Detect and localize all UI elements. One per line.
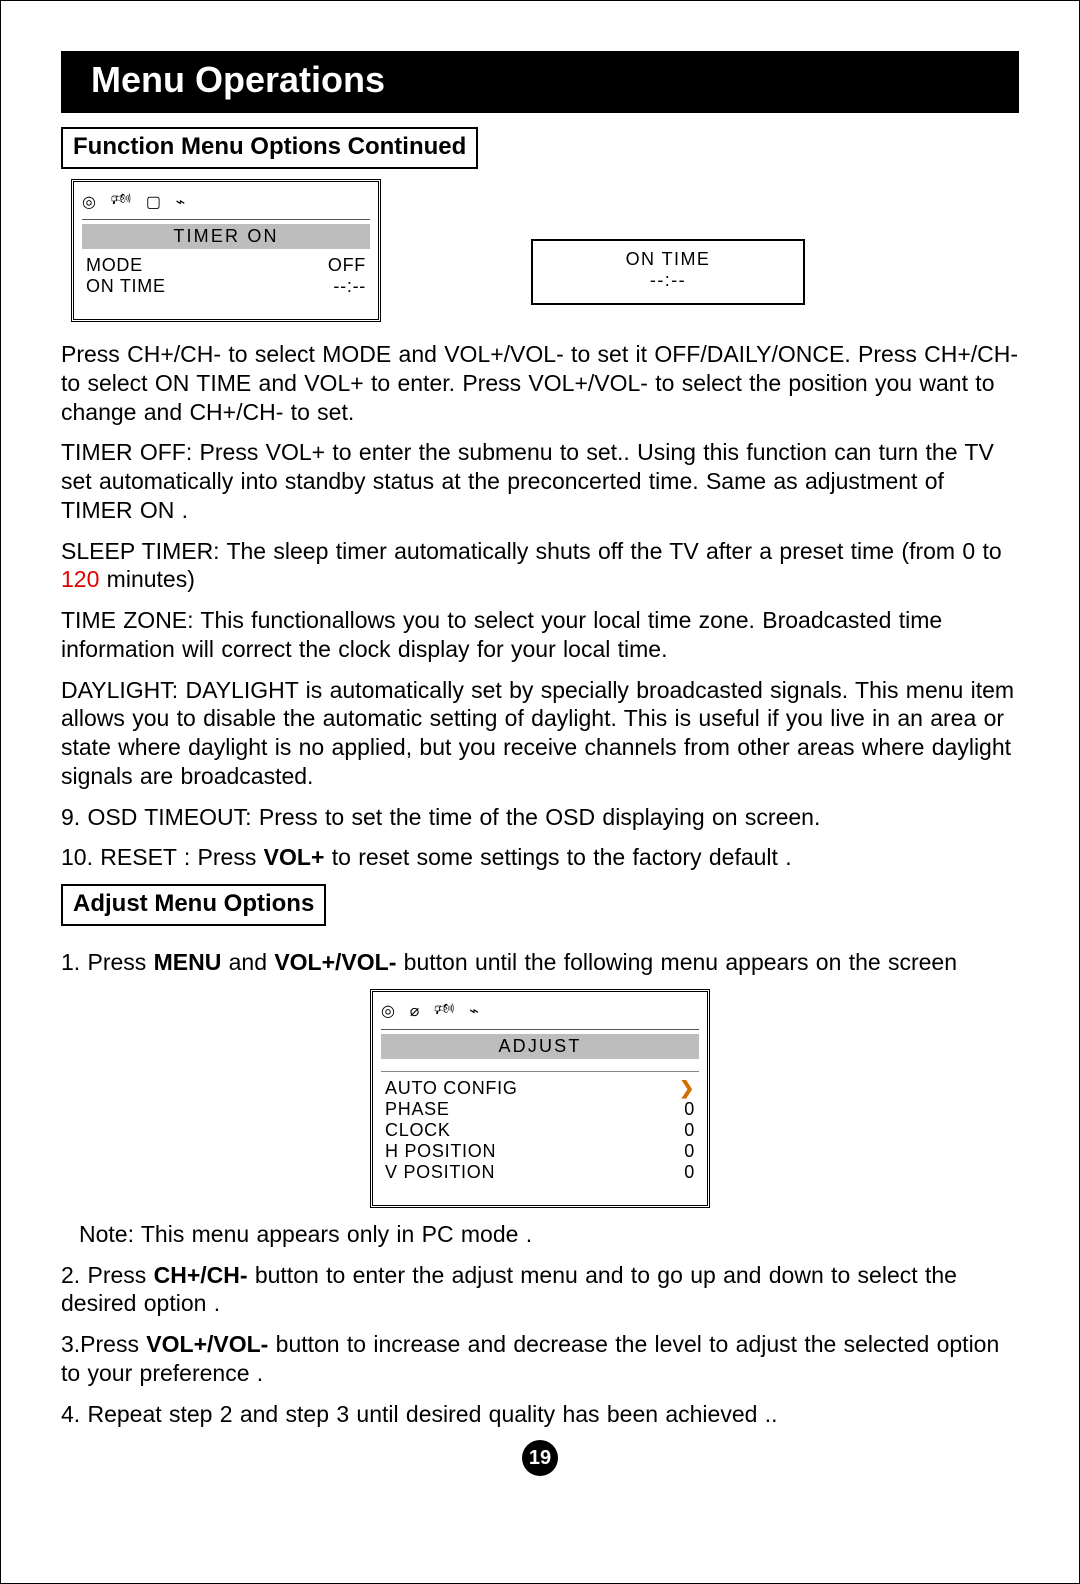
sound-icon: 🕬 <box>434 998 455 1025</box>
osd-row-mode: MODE OFF <box>82 255 370 276</box>
paragraph: TIMER OFF: Press VOL+ to enter the subme… <box>61 438 1019 524</box>
ontime-value: --:-- <box>533 270 803 291</box>
text: 1. Press <box>61 949 154 975</box>
osd-value: 0 <box>684 1141 695 1162</box>
osd-label: AUTO CONFIG <box>385 1078 518 1099</box>
osd-label: MODE <box>86 255 143 276</box>
osd-row: PHASE 0 <box>381 1099 699 1120</box>
video-icon: ◎ <box>381 1001 396 1021</box>
osd-icon-row: ◎ 🕬 ▢ ⌁ <box>82 188 370 220</box>
video-icon: ◎ <box>82 192 97 212</box>
text: and <box>221 949 274 975</box>
osd-label: V POSITION <box>385 1162 495 1183</box>
note: Note: This menu appears only in PC mode … <box>79 1220 1019 1249</box>
paragraph: 2. Press CH+/CH- button to enter the adj… <box>61 1261 1019 1319</box>
text: button until the following menu appears … <box>396 949 957 975</box>
bold-text: CH+/CH- <box>154 1262 248 1288</box>
ontime-label: ON TIME <box>533 249 803 270</box>
osd-value: 0 <box>684 1099 695 1120</box>
osd-label: H POSITION <box>385 1141 496 1162</box>
paragraph: 9. OSD TIMEOUT: Press to set the time of… <box>61 803 1019 832</box>
bold-text: VOL+ <box>264 844 325 870</box>
manual-page: Menu Operations Function Menu Options Co… <box>0 0 1080 1584</box>
paragraph: DAYLIGHT: DAYLIGHT is automatically set … <box>61 676 1019 791</box>
page-title: Menu Operations <box>61 51 1019 113</box>
ontime-box: ON TIME --:-- <box>531 239 805 305</box>
text: 3.Press <box>61 1331 146 1357</box>
bold-text: MENU <box>154 949 222 975</box>
timer-on-row: ◎ 🕬 ▢ ⌁ TIMER ON MODE OFF ON TIME --:-- … <box>61 179 1019 322</box>
osd-value: --:-- <box>333 276 366 297</box>
osd-adjust: ◎ ⌀ 🕬 ⌁ ADJUST AUTO CONFIG ❯ PHASE 0 CLO… <box>370 989 710 1208</box>
paragraph: Press CH+/CH- to select MODE and VOL+/VO… <box>61 340 1019 426</box>
adjust-icon: ⌀ <box>410 1001 420 1021</box>
paragraph: 1. Press MENU and VOL+/VOL- button until… <box>61 948 1019 977</box>
osd-value: OFF <box>328 255 366 276</box>
page-number: 19 <box>522 1440 558 1476</box>
osd-icon-row: ◎ ⌀ 🕬 ⌁ <box>381 998 699 1030</box>
picture-icon: ▢ <box>146 192 162 212</box>
paragraph: 10. RESET : Press VOL+ to reset some set… <box>61 843 1019 872</box>
osd-label: CLOCK <box>385 1120 451 1141</box>
osd-value: 0 <box>684 1120 695 1141</box>
osd-row-ontime: ON TIME --:-- <box>82 276 370 297</box>
osd-title: ADJUST <box>381 1034 699 1059</box>
text: 10. RESET : Press <box>61 844 264 870</box>
tuner-icon: ⌁ <box>469 1001 479 1021</box>
section-heading-adjust-menu: Adjust Menu Options <box>61 884 326 926</box>
section-heading-function-menu: Function Menu Options Continued <box>61 127 478 169</box>
paragraph: TIME ZONE: This functionallows you to se… <box>61 606 1019 664</box>
osd-label: PHASE <box>385 1099 450 1120</box>
text: to reset some settings to the factory de… <box>324 844 791 870</box>
paragraph: 3.Press VOL+/VOL- button to increase and… <box>61 1330 1019 1388</box>
red-text: 120 <box>61 566 99 592</box>
osd-row: AUTO CONFIG ❯ <box>381 1078 699 1099</box>
osd-row: V POSITION 0 <box>381 1162 699 1183</box>
sound-icon: 🕬 <box>111 188 132 215</box>
bold-text: VOL+/VOL- <box>146 1331 268 1357</box>
text: 2. Press <box>61 1262 154 1288</box>
chevron-right-icon: ❯ <box>679 1078 695 1099</box>
osd-label: ON TIME <box>86 276 166 297</box>
text: SLEEP TIMER: The sleep timer automatical… <box>61 538 1002 564</box>
text: minutes) <box>99 566 195 592</box>
osd-timer-on: ◎ 🕬 ▢ ⌁ TIMER ON MODE OFF ON TIME --:-- <box>71 179 381 322</box>
paragraph: SLEEP TIMER: The sleep timer automatical… <box>61 537 1019 595</box>
osd-row: CLOCK 0 <box>381 1120 699 1141</box>
paragraph: 4. Repeat step 2 and step 3 until desire… <box>61 1400 1019 1429</box>
tuner-icon: ⌁ <box>176 192 186 212</box>
osd-title: TIMER ON <box>82 224 370 249</box>
osd-value: 0 <box>684 1162 695 1183</box>
bold-text: VOL+/VOL- <box>274 949 396 975</box>
osd-row: H POSITION 0 <box>381 1141 699 1162</box>
